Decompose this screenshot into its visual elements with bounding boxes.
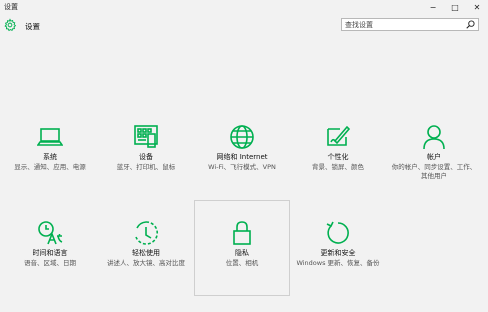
tile-network[interactable]: 网络和 Internet Wi-Fi、飞行模式、VPN xyxy=(194,100,290,196)
globe-icon xyxy=(230,125,254,149)
tile-label: 系统 xyxy=(43,153,57,161)
tile-privacy[interactable]: 隐私 位置、相机 xyxy=(194,200,290,296)
laptop-icon xyxy=(37,128,63,146)
tile-description: 显示、通知、应用、电源 xyxy=(14,163,86,171)
tile-personalization[interactable]: 个性化 背景、锁屏、颜色 xyxy=(290,100,386,196)
title-bar: 设置 − □ ✕ xyxy=(0,0,488,14)
tile-description: 讲述人、放大镜、高对比度 xyxy=(107,259,185,267)
tile-system[interactable]: 系统 显示、通知、应用、电源 xyxy=(2,100,98,196)
tile-label: 网络和 Internet xyxy=(216,153,268,161)
time-language-icon xyxy=(38,221,63,245)
close-button[interactable]: ✕ xyxy=(466,0,488,14)
tile-label: 设备 xyxy=(139,153,153,161)
tile-description: Windows 更新、恢复、备份 xyxy=(296,259,380,267)
tile-label: 更新和安全 xyxy=(320,249,356,257)
tile-description: 位置、相机 xyxy=(225,259,259,267)
tile-description: Wi-Fi、飞行模式、VPN xyxy=(208,163,276,171)
search-input[interactable] xyxy=(345,19,457,30)
tile-ease-of-access[interactable]: 轻松使用 讲述人、放大镜、高对比度 xyxy=(98,196,194,292)
minimize-button[interactable]: − xyxy=(422,0,444,14)
gear-icon xyxy=(4,18,17,32)
tile-label: 隐私 xyxy=(235,249,249,257)
page-title: 设置 xyxy=(25,22,40,31)
tile-description: 语音、区域、日期 xyxy=(24,259,76,267)
search-box[interactable] xyxy=(341,18,479,31)
tile-accounts[interactable]: 帐户 你的帐户、同步设置、工作、其他用户 xyxy=(386,100,482,196)
tile-description: 你的帐户、同步设置、工作、其他用户 xyxy=(391,163,477,180)
person-icon xyxy=(423,125,445,150)
tile-update-security[interactable]: 更新和安全 Windows 更新、恢复、备份 xyxy=(290,196,386,292)
window-controls: − □ ✕ xyxy=(422,0,488,14)
tile-label: 轻松使用 xyxy=(132,249,160,257)
refresh-icon xyxy=(326,221,349,244)
ease-of-access-icon xyxy=(135,221,158,245)
tile-description: 蓝牙、打印机、鼠标 xyxy=(116,163,176,171)
tile-devices[interactable]: 设备 蓝牙、打印机、鼠标 xyxy=(98,100,194,196)
maximize-button[interactable]: □ xyxy=(444,0,466,14)
tile-description: 背景、锁屏、颜色 xyxy=(312,163,364,171)
tile-label: 时间和语言 xyxy=(32,249,68,257)
lock-icon xyxy=(233,221,251,245)
keyboard-printer-icon xyxy=(134,125,158,148)
window-title: 设置 xyxy=(4,3,18,11)
tile-label: 个性化 xyxy=(327,153,349,161)
search-icon[interactable] xyxy=(466,20,475,29)
paint-icon xyxy=(327,125,351,146)
tile-label: 帐户 xyxy=(427,153,441,161)
tile-time-language[interactable]: 时间和语言 语音、区域、日期 xyxy=(2,196,98,292)
